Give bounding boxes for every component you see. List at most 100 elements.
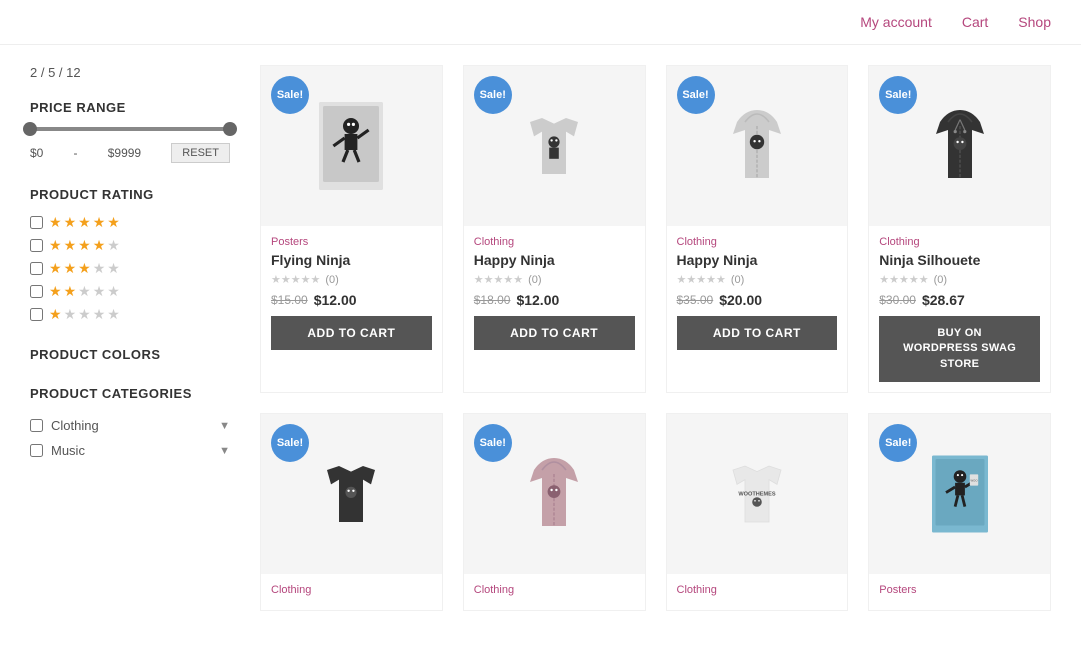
category-music-arrow: ▼ xyxy=(219,445,230,457)
product-rating-row: ★ ★ ★ ★ ★ (0) xyxy=(677,273,838,286)
product-image-wrap: Sale! xyxy=(261,414,442,574)
buy-wordpress-button[interactable]: BUY ONWORDPRESS SWAGSTORE xyxy=(879,316,1040,382)
star: ★ xyxy=(93,283,106,300)
star: ★ xyxy=(677,273,687,286)
rating-3-checkbox[interactable] xyxy=(30,262,43,275)
star: ★ xyxy=(107,214,120,231)
rating-row-2: ★ ★ ★ ★ ★ xyxy=(30,283,230,300)
product-info: Clothing xyxy=(261,574,442,610)
star: ★ xyxy=(291,273,301,286)
price-row: $30.00 $28.67 xyxy=(879,292,1040,308)
original-price: $15.00 xyxy=(271,293,308,307)
star: ★ xyxy=(78,306,91,323)
product-image-poster-blue: WOO xyxy=(925,452,995,536)
rating-1-checkbox[interactable] xyxy=(30,308,43,321)
shop-link[interactable]: Shop xyxy=(1018,14,1051,30)
price-min: $0 xyxy=(30,146,43,160)
sale-price: $12.00 xyxy=(516,292,559,308)
product-card-blue-poster[interactable]: Sale! WOO xyxy=(868,413,1051,611)
add-to-cart-button[interactable]: ADD TO CART xyxy=(677,316,838,350)
product-name: Happy Ninja xyxy=(677,252,838,268)
rating-4-checkbox[interactable] xyxy=(30,239,43,252)
star: ★ xyxy=(494,273,504,286)
product-info: Clothing Happy Ninja ★ ★ ★ ★ ★ (0) $1 xyxy=(464,226,645,360)
sale-badge: Sale! xyxy=(879,424,917,462)
price-labels: $0 - $9999 RESET xyxy=(30,143,230,163)
product-category: Posters xyxy=(879,584,1040,596)
sale-price: $28.67 xyxy=(922,292,965,308)
product-name: Flying Ninja xyxy=(271,252,432,268)
sale-badge: Sale! xyxy=(677,76,715,114)
star: ★ xyxy=(78,283,91,300)
star: ★ xyxy=(909,273,919,286)
product-stars: ★ ★ ★ ★ ★ xyxy=(677,273,726,286)
star: ★ xyxy=(107,283,120,300)
product-image-wrap: Sale! xyxy=(261,66,442,226)
category-clothing-checkbox[interactable] xyxy=(30,419,43,432)
review-count: (0) xyxy=(528,274,541,286)
star: ★ xyxy=(49,283,62,300)
rating-2-checkbox[interactable] xyxy=(30,285,43,298)
product-image-tshirt-gray xyxy=(514,106,594,186)
price-slider[interactable] xyxy=(30,127,230,131)
slider-thumb-left[interactable] xyxy=(23,122,37,136)
rating-5-checkbox[interactable] xyxy=(30,216,43,229)
product-info: Clothing xyxy=(464,574,645,610)
product-card-happy-ninja-1[interactable]: Sale! Clothing Happy Ninja xyxy=(463,65,646,393)
star: ★ xyxy=(107,306,120,323)
product-card-black-tshirt[interactable]: Sale! Clothing xyxy=(260,413,443,611)
product-info: Clothing xyxy=(667,574,848,610)
star: ★ xyxy=(93,260,106,277)
product-card-pink-hoodie[interactable]: Sale! Clothing xyxy=(463,413,646,611)
star: ★ xyxy=(484,273,494,286)
my-account-link[interactable]: My account xyxy=(860,14,932,30)
add-to-cart-button[interactable]: ADD TO CART xyxy=(271,316,432,350)
product-info: Posters Flying Ninja ★ ★ ★ ★ ★ (0) $1 xyxy=(261,226,442,360)
original-price: $18.00 xyxy=(474,293,511,307)
star: ★ xyxy=(64,306,77,323)
star: ★ xyxy=(474,273,484,286)
product-info: Clothing Ninja Silhouete ★ ★ ★ ★ ★ (0) xyxy=(869,226,1050,392)
star: ★ xyxy=(49,214,62,231)
product-card-happy-ninja-2[interactable]: Sale! Clothing xyxy=(666,65,849,393)
slider-thumb-right[interactable] xyxy=(223,122,237,136)
star: ★ xyxy=(281,273,291,286)
svg-text:WOO: WOO xyxy=(970,479,978,483)
product-image-wrap: Sale! xyxy=(464,414,645,574)
category-clothing[interactable]: Clothing ▼ xyxy=(30,413,230,438)
star: ★ xyxy=(696,273,706,286)
cart-link[interactable]: Cart xyxy=(962,14,988,30)
category-music-left: Music xyxy=(30,443,85,458)
price-range-section: PRICE RANGE $0 - $9999 RESET xyxy=(30,100,230,163)
review-count: (0) xyxy=(325,274,338,286)
add-to-cart-button[interactable]: ADD TO CART xyxy=(474,316,635,350)
product-image-tshirt-black xyxy=(311,454,391,534)
star: ★ xyxy=(78,237,91,254)
category-clothing-label: Clothing xyxy=(51,418,99,433)
product-image-wrap: Sale! WOO xyxy=(869,414,1050,574)
product-stars: ★ ★ ★ ★ ★ xyxy=(271,273,320,286)
reset-button[interactable]: RESET xyxy=(171,143,230,163)
category-music-label: Music xyxy=(51,443,85,458)
rating-row-4: ★ ★ ★ ★ ★ xyxy=(30,237,230,254)
sale-badge: Sale! xyxy=(474,76,512,114)
star: ★ xyxy=(49,237,62,254)
category-clothing-left: Clothing xyxy=(30,418,99,433)
stars-4: ★ ★ ★ ★ ★ xyxy=(49,237,120,254)
star: ★ xyxy=(93,237,106,254)
star: ★ xyxy=(716,273,726,286)
sidebar: 2 / 5 / 12 PRICE RANGE $0 - $9999 RESET … xyxy=(30,65,230,611)
product-info: Clothing Happy Ninja ★ ★ ★ ★ ★ (0) $3 xyxy=(667,226,848,360)
rating-section: PRODUCT RATING ★ ★ ★ ★ ★ ★ ★ ★ ★ xyxy=(30,187,230,323)
main-container: 2 / 5 / 12 PRICE RANGE $0 - $9999 RESET … xyxy=(0,45,1081,631)
category-music[interactable]: Music ▼ xyxy=(30,438,230,463)
rating-title: PRODUCT RATING xyxy=(30,187,230,202)
price-range-title: PRICE RANGE xyxy=(30,100,230,115)
product-grid-area: Sale! xyxy=(260,65,1051,611)
product-card-ninja-silhouete[interactable]: Sale! xyxy=(868,65,1051,393)
categories-section: PRODUCT CATEGORIES Clothing ▼ Music ▼ xyxy=(30,386,230,463)
product-stars: ★ ★ ★ ★ ★ xyxy=(474,273,523,286)
product-card-flying-ninja[interactable]: Sale! xyxy=(260,65,443,393)
category-music-checkbox[interactable] xyxy=(30,444,43,457)
product-card-woothemes-white[interactable]: WOOTHEMES Clothing xyxy=(666,413,849,611)
